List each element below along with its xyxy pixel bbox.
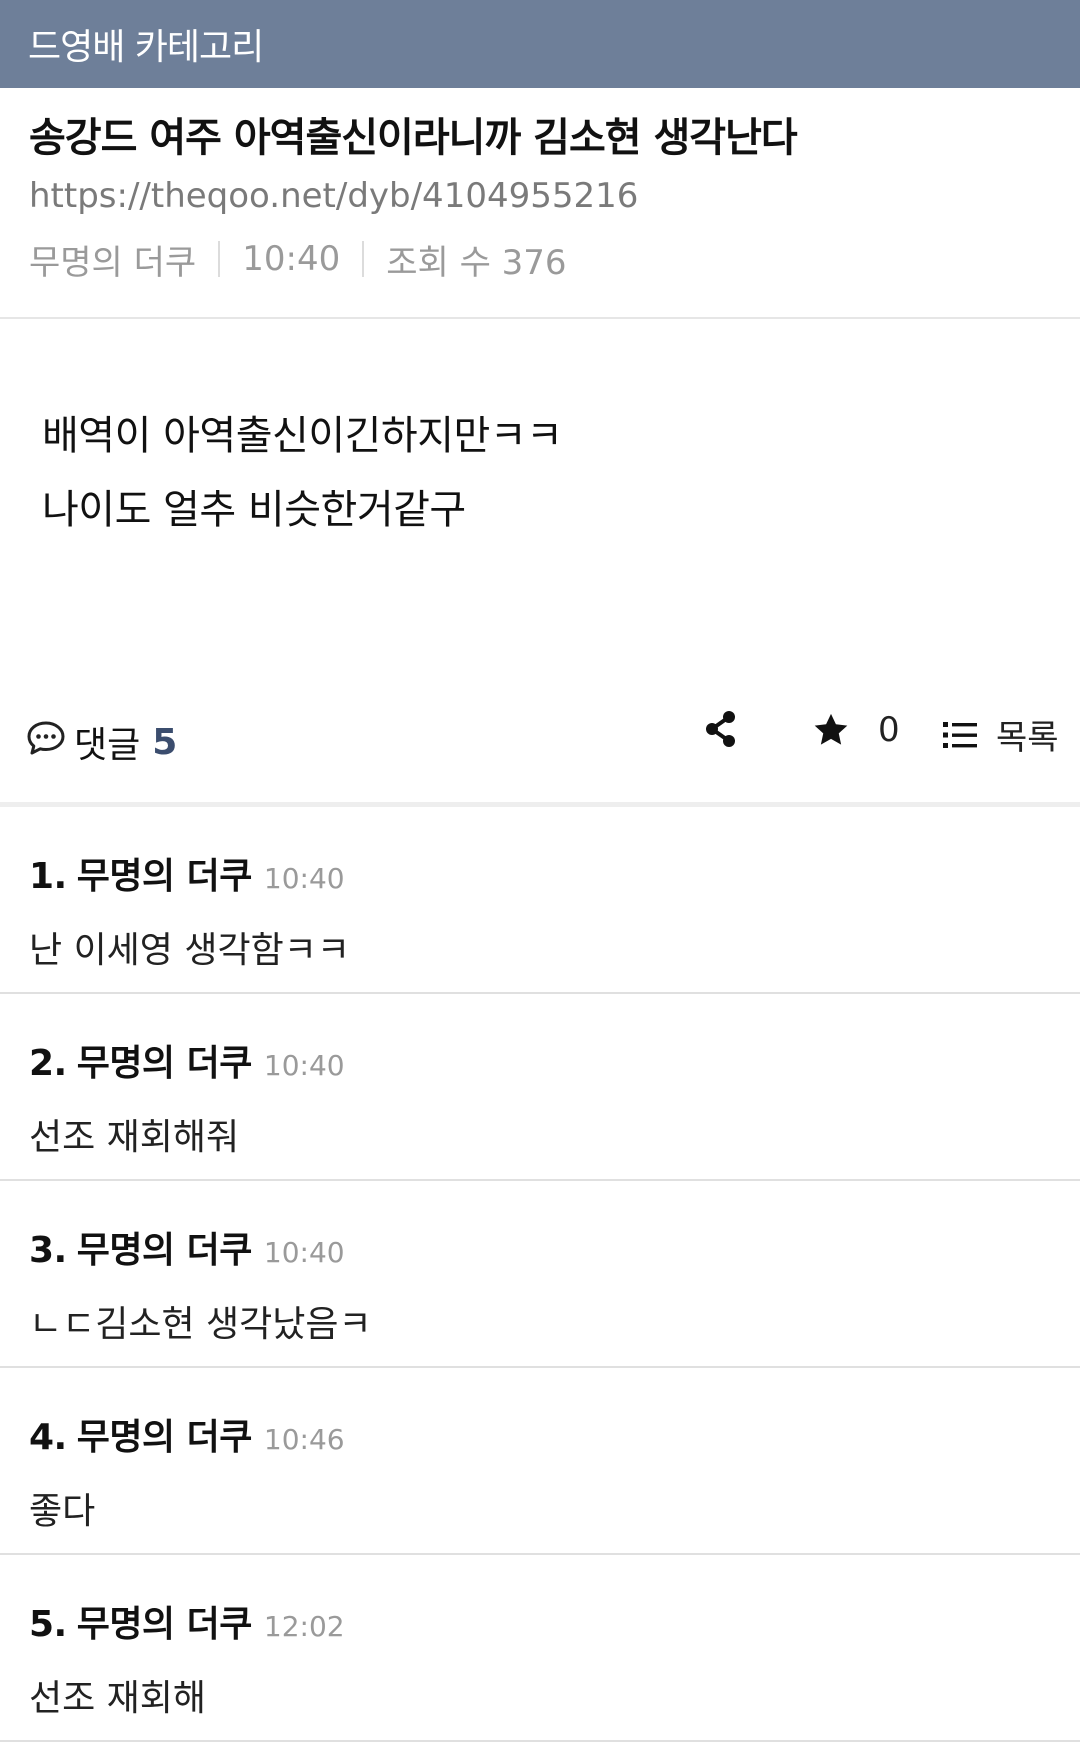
comment-author: 무명의 더쿠	[76, 856, 253, 897]
comment-item[interactable]: 5. 무명의 더쿠 12:02 선조 재회해	[0, 1555, 1080, 1742]
comment-text: 선조 재회해	[29, 1678, 207, 1719]
comment-index: 1.	[29, 856, 67, 897]
comment-text: 좋다	[29, 1491, 96, 1532]
comment-item[interactable]: 4. 무명의 더쿠 10:46 좋다	[0, 1368, 1080, 1555]
comment-index: 3.	[29, 1230, 67, 1271]
category-title[interactable]: 드영배 카테고리	[28, 18, 264, 70]
star-button[interactable]: 0	[812, 710, 900, 750]
post-views: 조회 수 376	[386, 242, 567, 283]
comment-time: 12:02	[263, 1610, 345, 1643]
comment-header: 1. 무명의 더쿠 10:40	[29, 847, 1051, 899]
comment-icon	[26, 720, 66, 765]
list-icon	[942, 719, 978, 751]
comment-author: 무명의 더쿠	[76, 1043, 253, 1084]
list-button[interactable]: 목록	[942, 710, 1059, 759]
star-count: 0	[878, 710, 900, 750]
comment-author: 무명의 더쿠	[76, 1604, 253, 1645]
comment-text: 난 이세영 생각함ㅋㅋ	[29, 930, 350, 971]
comment-text: ㄴㄷ김소현 생각났음ㅋ	[29, 1304, 372, 1345]
share-icon	[704, 710, 738, 748]
post-body-line: 배역이 아역출신이긴하지만ㅋㅋ	[42, 413, 563, 459]
comment-header: 4. 무명의 더쿠 10:46	[29, 1408, 1051, 1460]
comment-author: 무명의 더쿠	[76, 1230, 253, 1271]
meta-divider	[218, 241, 221, 278]
comment-time: 10:40	[263, 1049, 345, 1082]
comment-item[interactable]: 3. 무명의 더쿠 10:40 ㄴㄷ김소현 생각났음ㅋ	[0, 1181, 1080, 1368]
comments-count-button[interactable]: 댓글 5	[26, 716, 177, 768]
post-title: 송강드 여주 아역출신이라니까 김소현 생각난다	[29, 115, 798, 161]
page: 드영배 카테고리 송강드 여주 아역출신이라니까 김소현 생각난다 https:…	[0, 0, 1080, 1746]
post-time: 10:40	[242, 239, 341, 280]
star-icon	[812, 711, 850, 749]
post-action-bar: 댓글 5 0 목록	[0, 682, 1080, 807]
comment-time: 10:40	[263, 862, 345, 895]
post-body: 배역이 아역출신이긴하지만ㅋㅋ 나이도 얼추 비슷한거같구	[0, 319, 1080, 682]
list-label: 목록	[996, 718, 1059, 758]
comment-item[interactable]: 2. 무명의 더쿠 10:40 선조 재회해줘	[0, 994, 1080, 1181]
meta-divider	[362, 241, 365, 278]
comment-author: 무명의 더쿠	[76, 1417, 253, 1458]
comment-time: 10:40	[263, 1236, 345, 1269]
comment-index: 5.	[29, 1604, 67, 1645]
comments-label: 댓글	[74, 725, 141, 766]
post-header: 송강드 여주 아역출신이라니까 김소현 생각난다 https://theqoo.…	[0, 88, 1080, 319]
comment-header: 2. 무명의 더쿠 10:40	[29, 1034, 1051, 1086]
comments-count: 5	[152, 721, 178, 763]
category-header[interactable]: 드영배 카테고리	[0, 0, 1080, 88]
comment-index: 2.	[29, 1043, 67, 1084]
comment-header: 3. 무명의 더쿠 10:40	[29, 1221, 1051, 1273]
post-url[interactable]: https://theqoo.net/dyb/4104955216	[29, 176, 1051, 217]
post-author: 무명의 더쿠	[29, 242, 197, 283]
comment-text: 선조 재회해줘	[29, 1117, 240, 1158]
comment-time: 10:46	[263, 1423, 345, 1456]
comment-index: 4.	[29, 1417, 67, 1458]
comment-item[interactable]: 1. 무명의 더쿠 10:40 난 이세영 생각함ㅋㅋ	[0, 807, 1080, 994]
post-body-line: 나이도 얼추 비슷한거같구	[42, 487, 466, 533]
share-button[interactable]	[704, 710, 738, 748]
comment-header: 5. 무명의 더쿠 12:02	[29, 1595, 1051, 1647]
post-meta: 무명의 더쿠 10:40 조회 수 376	[29, 235, 1051, 284]
